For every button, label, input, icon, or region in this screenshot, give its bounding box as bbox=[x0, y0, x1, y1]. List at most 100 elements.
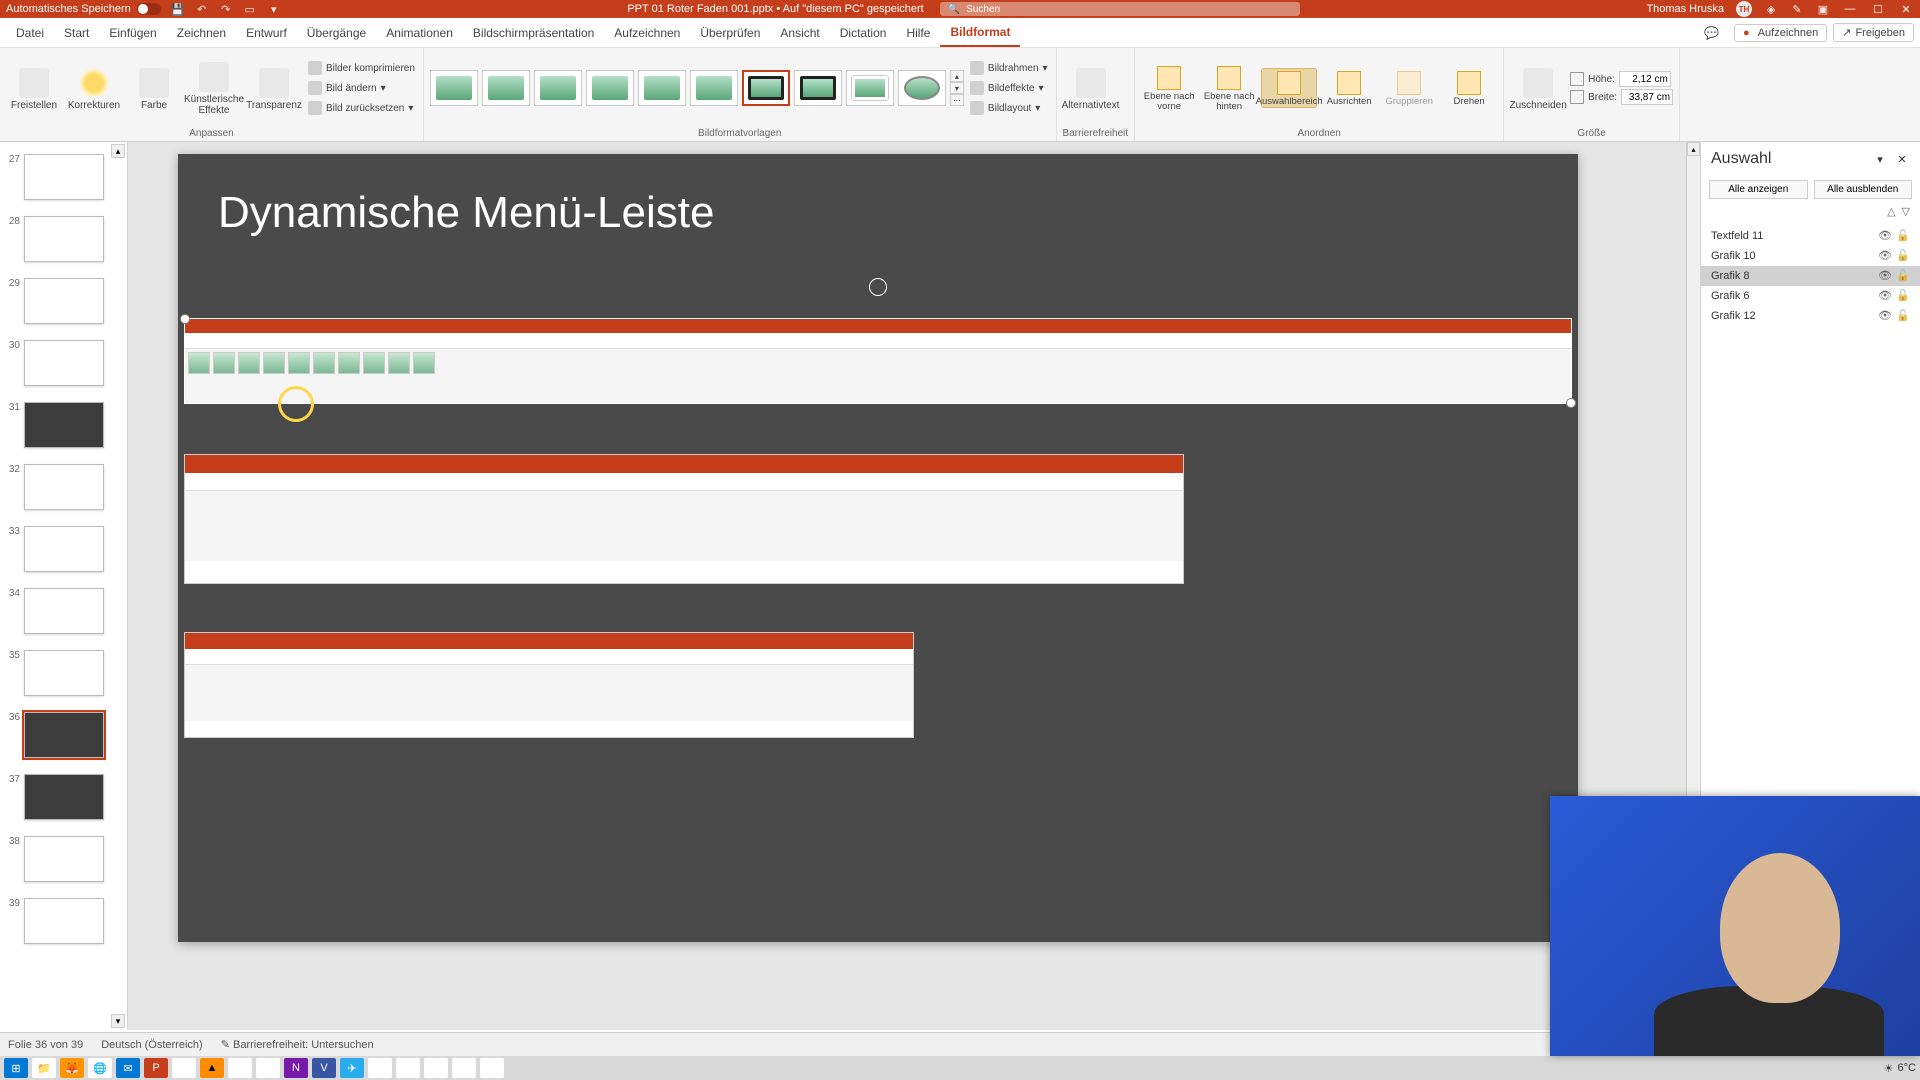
color-button[interactable]: Farbe bbox=[126, 66, 182, 111]
tb-app-8-icon[interactable] bbox=[480, 1058, 504, 1078]
lock-icon[interactable]: 🔓 bbox=[1896, 309, 1910, 323]
tb-app-5-icon[interactable] bbox=[396, 1058, 420, 1078]
visibility-icon[interactable]: 👁 bbox=[1878, 289, 1892, 303]
lock-icon[interactable]: 🔓 bbox=[1896, 249, 1910, 263]
move-down-icon[interactable]: ▽ bbox=[1902, 205, 1910, 218]
tab-datei[interactable]: Datei bbox=[6, 18, 54, 47]
document-title[interactable]: PPT 01 Roter Faden 001.pptx • Auf "diese… bbox=[627, 3, 923, 15]
selection-pane-button[interactable]: Auswahlbereich bbox=[1261, 68, 1317, 108]
picture-style-8[interactable] bbox=[794, 70, 842, 106]
picture-layout-button[interactable]: Bildlayout ▾ bbox=[968, 99, 1050, 117]
tb-chrome-icon[interactable]: 🌐 bbox=[88, 1058, 112, 1078]
compress-pictures-button[interactable]: Bilder komprimieren bbox=[306, 59, 417, 77]
tab-aufzeichnen[interactable]: Aufzeichnen bbox=[604, 18, 690, 47]
selection-item[interactable]: Textfeld 11👁🔓 bbox=[1701, 226, 1920, 246]
send-backward-button[interactable]: Ebene nach hinten bbox=[1201, 64, 1257, 113]
change-picture-button[interactable]: Bild ändern ▾ bbox=[306, 79, 417, 97]
thumbnail-39[interactable]: 39 bbox=[0, 890, 127, 952]
record-button[interactable]: Aufzeichnen bbox=[1734, 24, 1827, 42]
tb-app-6-icon[interactable] bbox=[424, 1058, 448, 1078]
tab-ansicht[interactable]: Ansicht bbox=[770, 18, 829, 47]
tb-app-3-icon[interactable] bbox=[256, 1058, 280, 1078]
move-up-icon[interactable]: △ bbox=[1887, 205, 1895, 218]
redo-icon[interactable]: ↷ bbox=[219, 2, 233, 16]
undo-icon[interactable]: ↶ bbox=[195, 2, 209, 16]
crop-button[interactable]: Zuschneiden bbox=[1510, 66, 1566, 111]
slide-image-3[interactable] bbox=[184, 632, 914, 738]
accessibility-check[interactable]: ✎ Barrierefreiheit: Untersuchen bbox=[221, 1038, 374, 1051]
tb-app-7-icon[interactable] bbox=[452, 1058, 476, 1078]
visibility-icon[interactable]: 👁 bbox=[1878, 229, 1892, 243]
group-button[interactable]: Gruppieren bbox=[1381, 69, 1437, 107]
slideshow-icon[interactable]: ▭ bbox=[243, 2, 257, 16]
bring-forward-button[interactable]: Ebene nach vorne bbox=[1141, 64, 1197, 113]
artistic-effects-button[interactable]: Künstlerische Effekte bbox=[186, 60, 242, 116]
tab-bildschirmpräsentation[interactable]: Bildschirmpräsentation bbox=[463, 18, 604, 47]
tb-telegram-icon[interactable]: ✈ bbox=[340, 1058, 364, 1078]
user-name[interactable]: Thomas Hruska bbox=[1646, 3, 1724, 15]
thumbnail-36[interactable]: 36 bbox=[0, 704, 127, 766]
width-field[interactable]: Breite: bbox=[1570, 89, 1673, 105]
rotation-handle-icon[interactable] bbox=[869, 278, 887, 296]
thumbnail-34[interactable]: 34 bbox=[0, 580, 127, 642]
tab-dictation[interactable]: Dictation bbox=[830, 18, 897, 47]
thumbnail-29[interactable]: 29 bbox=[0, 270, 127, 332]
thumbnail-31[interactable]: 31 bbox=[0, 394, 127, 456]
pane-dropdown-icon[interactable]: ▾ bbox=[1872, 151, 1888, 167]
lock-icon[interactable]: 🔓 bbox=[1896, 229, 1910, 243]
slide-counter[interactable]: Folie 36 von 39 bbox=[8, 1039, 83, 1051]
show-all-button[interactable]: Alle anzeigen bbox=[1709, 180, 1808, 199]
autosave-toggle[interactable]: Automatisches Speichern bbox=[6, 3, 161, 15]
pane-close-icon[interactable]: ✕ bbox=[1894, 151, 1910, 167]
remove-background-button[interactable]: Freistellen bbox=[6, 66, 62, 111]
scroll-up-icon[interactable]: ▴ bbox=[1687, 142, 1700, 156]
picture-style-7[interactable] bbox=[742, 70, 790, 106]
picture-style-5[interactable] bbox=[638, 70, 686, 106]
thumbnail-27[interactable]: 27 bbox=[0, 146, 127, 208]
thumbnail-28[interactable]: 28 bbox=[0, 208, 127, 270]
height-field[interactable]: Höhe: bbox=[1570, 71, 1673, 87]
user-avatar[interactable]: TH bbox=[1736, 1, 1752, 17]
qat-more-icon[interactable]: ▾ bbox=[267, 2, 281, 16]
alt-text-button[interactable]: Alternativtext bbox=[1063, 66, 1119, 111]
tb-vlc-icon[interactable]: ▲ bbox=[200, 1058, 224, 1078]
tb-firefox-icon[interactable]: 🦊 bbox=[60, 1058, 84, 1078]
thumb-scroll-up[interactable]: ▴ bbox=[111, 144, 125, 158]
selection-item[interactable]: Grafik 8👁🔓 bbox=[1701, 266, 1920, 286]
weather-widget[interactable]: ☀6°C bbox=[1884, 1062, 1916, 1075]
visibility-icon[interactable]: 👁 bbox=[1878, 309, 1892, 323]
transparency-button[interactable]: Transparenz bbox=[246, 66, 302, 111]
visibility-icon[interactable]: 👁 bbox=[1878, 249, 1892, 263]
thumbnail-35[interactable]: 35 bbox=[0, 642, 127, 704]
slide-thumbnails[interactable]: ▴ 27282930313233343536373839 ▾ bbox=[0, 142, 128, 1030]
share-button[interactable]: ↗Freigeben bbox=[1833, 23, 1914, 42]
language-indicator[interactable]: Deutsch (Österreich) bbox=[101, 1039, 202, 1051]
tb-outlook-icon[interactable]: ✉ bbox=[116, 1058, 140, 1078]
tb-onenote-icon[interactable]: N bbox=[284, 1058, 308, 1078]
selected-image[interactable] bbox=[184, 318, 1572, 404]
tb-powerpoint-icon[interactable]: P bbox=[144, 1058, 168, 1078]
close-button[interactable]: ✕ bbox=[1898, 2, 1914, 16]
gallery-more[interactable]: ▴▾⋯ bbox=[950, 70, 964, 106]
comments-icon[interactable]: 💬 bbox=[1704, 26, 1728, 40]
hide-all-button[interactable]: Alle ausblenden bbox=[1814, 180, 1913, 199]
picture-border-button[interactable]: Bildrahmen ▾ bbox=[968, 59, 1050, 77]
picture-style-1[interactable] bbox=[430, 70, 478, 106]
tab-hilfe[interactable]: Hilfe bbox=[896, 18, 940, 47]
selection-item[interactable]: Grafik 6👁🔓 bbox=[1701, 286, 1920, 306]
tab-überprüfen[interactable]: Überprüfen bbox=[690, 18, 770, 47]
tab-entwurf[interactable]: Entwurf bbox=[236, 18, 297, 47]
thumbnail-30[interactable]: 30 bbox=[0, 332, 127, 394]
thumbnail-37[interactable]: 37 bbox=[0, 766, 127, 828]
corrections-button[interactable]: Korrekturen bbox=[66, 66, 122, 111]
align-button[interactable]: Ausrichten bbox=[1321, 69, 1377, 107]
maximize-button[interactable]: ☐ bbox=[1870, 2, 1886, 16]
tab-animationen[interactable]: Animationen bbox=[376, 18, 463, 47]
pen-icon[interactable]: ✎ bbox=[1790, 2, 1804, 16]
search-box[interactable]: 🔍 Suchen bbox=[940, 2, 1300, 16]
slide[interactable]: Dynamische Menü-Leiste bbox=[178, 154, 1578, 942]
selection-item[interactable]: Grafik 10👁🔓 bbox=[1701, 246, 1920, 266]
tb-app-4-icon[interactable] bbox=[368, 1058, 392, 1078]
selection-item[interactable]: Grafik 12👁🔓 bbox=[1701, 306, 1920, 326]
picture-effects-button[interactable]: Bildeffekte ▾ bbox=[968, 79, 1050, 97]
